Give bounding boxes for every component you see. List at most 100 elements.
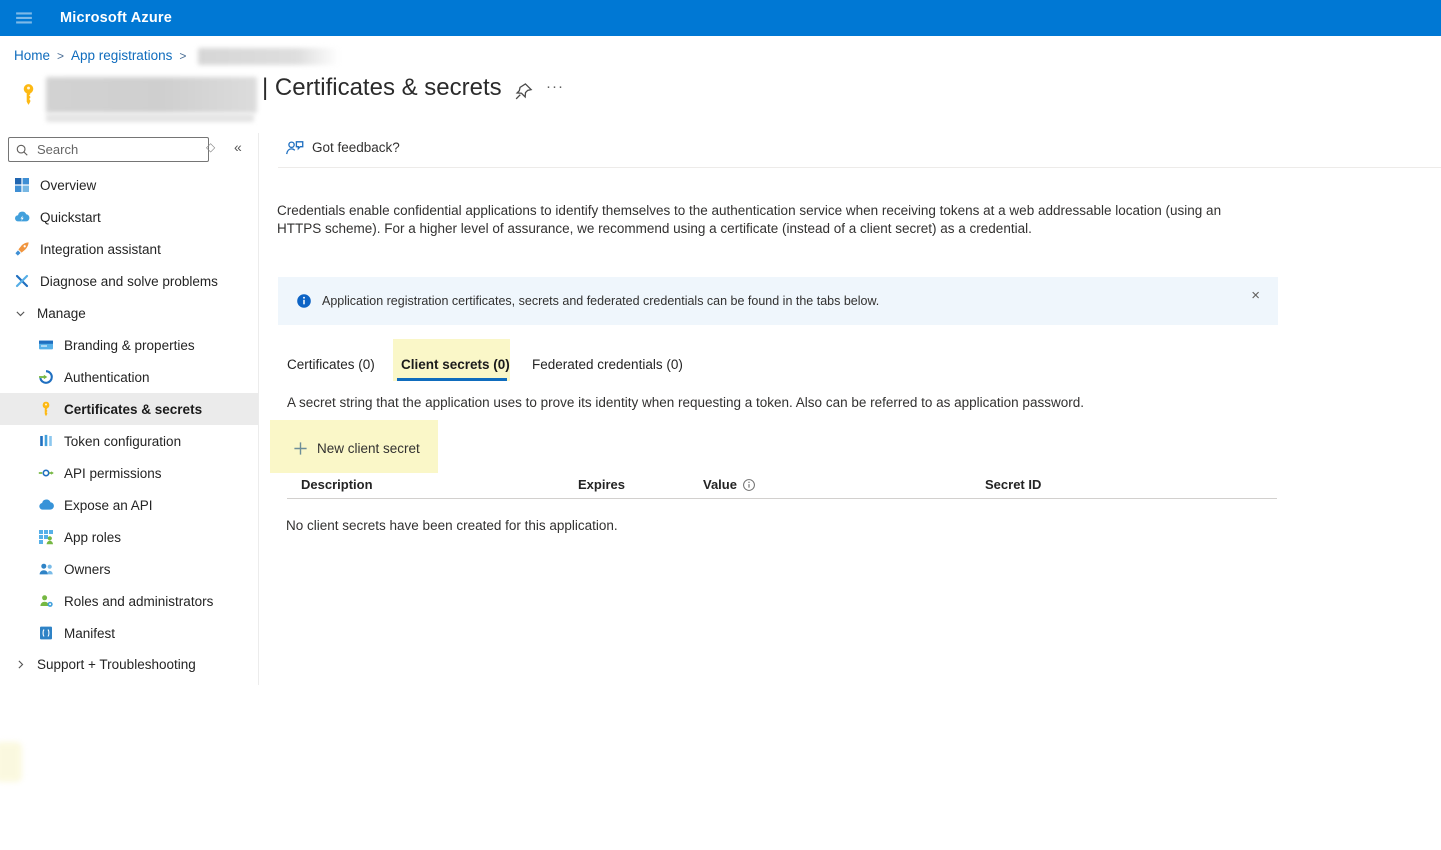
breadcrumb-separator: > bbox=[179, 49, 186, 63]
new-client-secret-label: New client secret bbox=[317, 441, 420, 456]
column-header-value[interactable]: Value bbox=[703, 477, 756, 492]
tab-label: Federated credentials (0) bbox=[532, 357, 683, 372]
azure-portal-window: Microsoft Azure Home > App registrations… bbox=[0, 0, 1441, 850]
sidebar-item-label: Overview bbox=[40, 178, 96, 193]
sidebar-group-label: Support + Troubleshooting bbox=[37, 657, 196, 672]
column-header-secret-id[interactable]: Secret ID bbox=[985, 477, 1041, 492]
manifest-icon bbox=[38, 625, 54, 641]
info-banner: Application registration certificates, s… bbox=[278, 277, 1278, 325]
close-icon[interactable]: × bbox=[1247, 285, 1264, 306]
sidebar-item-token-configuration[interactable]: Token configuration bbox=[0, 425, 258, 457]
sidebar-item-owners[interactable]: Owners bbox=[0, 553, 258, 585]
sidebar-item-label: Manifest bbox=[64, 626, 115, 641]
app-roles-icon bbox=[38, 529, 54, 545]
overview-icon bbox=[14, 177, 30, 193]
owners-icon bbox=[38, 561, 54, 577]
tab-label: Certificates (0) bbox=[287, 357, 375, 372]
info-circle-icon bbox=[742, 478, 756, 492]
sidebar-item-certificates-secrets[interactable]: Certificates & secrets bbox=[0, 393, 258, 425]
column-header-label: Secret ID bbox=[985, 477, 1041, 492]
sidebar-item-label: Branding & properties bbox=[64, 338, 195, 353]
sidebar-item-label: Token configuration bbox=[64, 434, 181, 449]
more-options-button[interactable]: ··· bbox=[546, 78, 564, 95]
plus-icon bbox=[293, 441, 308, 456]
sidebar-item-authentication[interactable]: Authentication bbox=[0, 361, 258, 393]
sidebar-item-api-permissions[interactable]: API permissions bbox=[0, 457, 258, 489]
api-permissions-icon bbox=[38, 465, 54, 481]
sidebar-item-label: Quickstart bbox=[40, 210, 101, 225]
new-client-secret-button[interactable]: New client secret bbox=[293, 441, 420, 456]
breadcrumb-app-registrations-link[interactable]: App registrations bbox=[71, 48, 172, 63]
hamburger-menu-icon[interactable] bbox=[10, 4, 38, 32]
sidebar-item-label: Roles and administrators bbox=[64, 594, 213, 609]
column-header-label: Description bbox=[301, 477, 373, 492]
pin-icon[interactable] bbox=[514, 82, 533, 106]
tools-icon bbox=[14, 273, 30, 289]
client-secret-description: A secret string that the application use… bbox=[287, 395, 1084, 410]
active-tab-underline bbox=[397, 378, 507, 381]
sidebar-item-label: Owners bbox=[64, 562, 111, 577]
sidebar-item-integration-assistant[interactable]: Integration assistant bbox=[0, 233, 258, 265]
column-header-label: Expires bbox=[578, 477, 625, 492]
key-icon bbox=[17, 79, 40, 115]
search-input[interactable] bbox=[35, 141, 202, 158]
tab-federated-credentials[interactable]: Federated credentials (0) bbox=[532, 357, 683, 372]
branding-icon bbox=[38, 337, 54, 353]
sidebar-item-roles-and-administrators[interactable]: Roles and administrators bbox=[0, 585, 258, 617]
refresh-diamond-icon[interactable]: ◇ bbox=[206, 140, 215, 154]
empty-table-message: No client secrets have been created for … bbox=[286, 518, 618, 533]
highlight-smudge bbox=[0, 742, 22, 782]
top-bar: Microsoft Azure bbox=[0, 0, 1441, 36]
roles-administrators-icon bbox=[38, 593, 54, 609]
sidebar-item-expose-an-api[interactable]: Expose an API bbox=[0, 489, 258, 521]
sidebar-item-label: API permissions bbox=[64, 466, 162, 481]
sidebar-item-overview[interactable]: Overview bbox=[0, 169, 258, 201]
sidebar-item-branding-properties[interactable]: Branding & properties bbox=[0, 329, 258, 361]
page-title: | Certificates & secrets bbox=[262, 74, 502, 102]
rocket-icon bbox=[14, 241, 30, 257]
info-icon bbox=[296, 293, 312, 309]
breadcrumb: Home > App registrations > bbox=[14, 48, 186, 63]
got-feedback-button[interactable]: Got feedback? bbox=[285, 139, 400, 156]
sidebar-item-label: Integration assistant bbox=[40, 242, 161, 257]
collapse-sidebar-icon[interactable]: « bbox=[234, 139, 242, 155]
sidebar-item-label: Certificates & secrets bbox=[64, 402, 202, 417]
cloud-icon bbox=[38, 497, 54, 513]
sidebar-group-support-troubleshooting[interactable]: Support + Troubleshooting bbox=[0, 648, 258, 680]
sidebar-item-app-roles[interactable]: App roles bbox=[0, 521, 258, 553]
azure-brand-title[interactable]: Microsoft Azure bbox=[60, 10, 172, 26]
breadcrumb-separator: > bbox=[57, 49, 64, 63]
breadcrumb-home-link[interactable]: Home bbox=[14, 48, 50, 63]
info-banner-text: Application registration certificates, s… bbox=[322, 294, 879, 308]
tab-label: Client secrets (0) bbox=[401, 357, 510, 372]
sidebar-group-manage[interactable]: Manage bbox=[0, 297, 258, 329]
search-icon bbox=[15, 143, 29, 157]
sidebar-divider bbox=[258, 133, 259, 685]
chevron-right-icon bbox=[14, 658, 27, 671]
redacted-app-subtext bbox=[46, 114, 254, 122]
sidebar-item-quickstart[interactable]: Quickstart bbox=[0, 201, 258, 233]
redacted-app-name bbox=[46, 77, 257, 113]
quickstart-icon bbox=[14, 209, 30, 225]
column-header-description[interactable]: Description bbox=[301, 477, 373, 492]
sidebar-item-label: App roles bbox=[64, 530, 121, 545]
column-header-expires[interactable]: Expires bbox=[578, 477, 625, 492]
feedback-label: Got feedback? bbox=[312, 140, 400, 155]
tab-client-secrets[interactable]: Client secrets (0) bbox=[401, 357, 510, 372]
sidebar-item-manifest[interactable]: Manifest bbox=[0, 617, 258, 649]
sidebar-item-label: Authentication bbox=[64, 370, 150, 385]
column-header-label: Value bbox=[703, 477, 737, 492]
sidebar-item-label: Expose an API bbox=[64, 498, 153, 513]
tab-certificates[interactable]: Certificates (0) bbox=[287, 357, 375, 372]
sidebar-item-diagnose-and-solve-problems[interactable]: Diagnose and solve problems bbox=[0, 265, 258, 297]
redacted-breadcrumb-app-name bbox=[198, 48, 340, 65]
toolbar-divider bbox=[278, 167, 1441, 168]
key-icon bbox=[38, 401, 54, 417]
sidebar-search[interactable] bbox=[8, 137, 209, 162]
feedback-icon bbox=[285, 139, 304, 156]
authentication-icon bbox=[38, 369, 54, 385]
token-bars-icon bbox=[38, 433, 54, 449]
table-header-border bbox=[287, 498, 1277, 499]
credentials-intro-text: Credentials enable confidential applicat… bbox=[277, 202, 1229, 237]
sidebar-group-label: Manage bbox=[37, 306, 86, 321]
